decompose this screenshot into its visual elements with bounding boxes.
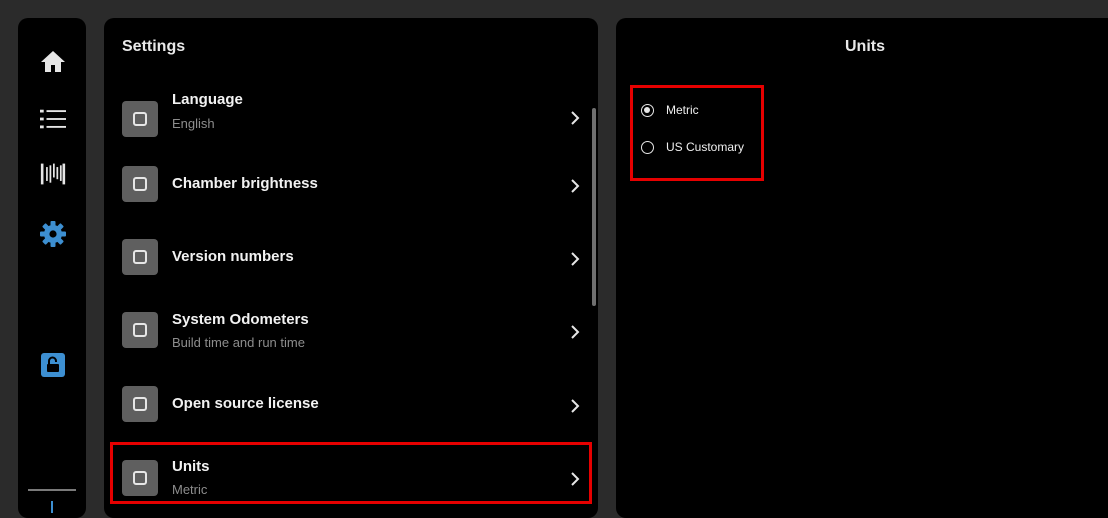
home-icon[interactable] xyxy=(40,48,66,74)
barcode-icon[interactable] xyxy=(40,161,66,187)
units-detail-panel: Units Metric US Customary xyxy=(616,18,1108,518)
units-title: Units xyxy=(845,38,885,55)
list-icon[interactable] xyxy=(40,106,66,132)
item-title: Open source license xyxy=(172,395,319,412)
radio-label: US Customary xyxy=(666,140,745,154)
item-subtitle: Metric xyxy=(172,482,208,497)
square-icon xyxy=(122,166,158,202)
chevron-right-icon xyxy=(571,179,580,193)
rail-divider xyxy=(28,489,76,491)
settings-title: Settings xyxy=(122,38,186,55)
rail-bottom-indicator xyxy=(51,501,53,513)
nav-rail xyxy=(18,18,86,518)
chevron-right-icon xyxy=(571,252,580,266)
square-icon xyxy=(122,312,158,348)
item-title: Units xyxy=(172,458,210,475)
radio-label: Metric xyxy=(666,103,699,117)
unlock-icon[interactable] xyxy=(40,352,66,378)
chevron-right-icon xyxy=(571,472,580,486)
gear-icon[interactable] xyxy=(40,221,66,247)
settings-item-chamber-brightness[interactable]: Chamber brightness xyxy=(104,148,584,220)
settings-item-open-source-license[interactable]: Open source license xyxy=(104,368,584,440)
item-title: Language xyxy=(172,91,243,108)
settings-item-version-numbers[interactable]: Version numbers xyxy=(104,220,584,292)
item-subtitle: English xyxy=(172,116,215,131)
square-icon xyxy=(122,386,158,422)
chevron-right-icon xyxy=(571,399,580,413)
radio-metric[interactable]: Metric xyxy=(641,100,699,120)
radio-unselected-icon[interactable] xyxy=(641,140,654,154)
square-icon xyxy=(122,101,158,137)
item-title: Version numbers xyxy=(172,248,294,265)
settings-panel: Settings Language English Chamber bright… xyxy=(104,18,598,518)
square-icon xyxy=(122,239,158,275)
settings-scrollbar[interactable] xyxy=(592,108,596,306)
settings-item-units[interactable]: Units Metric xyxy=(104,442,584,514)
radio-selected-icon[interactable] xyxy=(641,103,654,117)
settings-item-system-odometers[interactable]: System Odometers Build time and run time xyxy=(104,296,584,368)
chevron-right-icon xyxy=(571,325,580,339)
radio-us-customary[interactable]: US Customary xyxy=(641,137,744,157)
item-subtitle: Build time and run time xyxy=(172,335,305,350)
units-radio-highlight: Metric US Customary xyxy=(630,85,764,181)
chevron-right-icon xyxy=(571,111,580,125)
item-title: System Odometers xyxy=(172,311,309,328)
square-icon xyxy=(122,460,158,496)
item-title: Chamber brightness xyxy=(172,175,318,192)
